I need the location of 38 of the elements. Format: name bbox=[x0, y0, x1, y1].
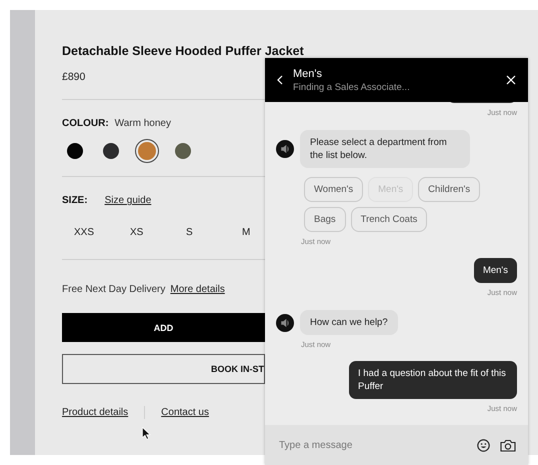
department-option[interactable]: Trench Coats bbox=[350, 207, 428, 232]
product-title: Detachable Sleeve Hooded Puffer Jacket bbox=[62, 44, 304, 58]
colour-swatch[interactable] bbox=[175, 143, 191, 159]
contact-link[interactable]: Contact us bbox=[161, 407, 209, 418]
size-option[interactable]: M bbox=[242, 227, 250, 238]
size-option[interactable]: XS bbox=[130, 227, 144, 238]
colour-swatch[interactable] bbox=[103, 143, 119, 159]
colour-value: Warm honey bbox=[114, 118, 171, 129]
colour-swatch[interactable] bbox=[67, 143, 83, 159]
size-option[interactable]: XXS bbox=[74, 227, 94, 238]
chat-title: Men's bbox=[293, 68, 323, 80]
back-icon[interactable] bbox=[277, 75, 283, 85]
agent-message: Please select a department from the list below. bbox=[300, 130, 470, 168]
agent-avatar-icon bbox=[276, 314, 294, 332]
department-option[interactable]: Children's bbox=[418, 177, 480, 202]
cursor-icon bbox=[142, 427, 151, 440]
delivery-text: Free Next Day Delivery bbox=[62, 284, 166, 295]
camera-icon[interactable] bbox=[500, 438, 516, 452]
colour-swatch[interactable] bbox=[138, 142, 156, 160]
department-option[interactable]: Women's bbox=[304, 177, 364, 202]
emoji-icon[interactable] bbox=[477, 438, 490, 452]
size-guide-link[interactable]: Size guide bbox=[104, 195, 152, 206]
user-message: I had a question about the fit of this Puffer bbox=[349, 361, 517, 399]
agent-avatar-icon bbox=[276, 140, 294, 158]
message-input[interactable]: Type a message bbox=[277, 438, 467, 452]
size-label: SIZE: bbox=[62, 195, 88, 206]
product-price: £890 bbox=[62, 71, 86, 83]
chat-subtitle: Finding a Sales Associate... bbox=[293, 82, 411, 92]
size-option[interactable]: S bbox=[186, 227, 193, 238]
department-option[interactable]: Bags bbox=[304, 207, 346, 232]
user-message: Men's bbox=[474, 258, 517, 283]
product-details-link[interactable]: Product details bbox=[62, 407, 128, 418]
add-button[interactable]: ADD bbox=[62, 313, 265, 342]
colour-label: COLOUR: bbox=[62, 118, 109, 129]
book-button[interactable]: BOOK IN-ST bbox=[62, 354, 265, 384]
close-icon[interactable] bbox=[506, 75, 516, 85]
more-details-link[interactable]: More details bbox=[170, 284, 225, 295]
agent-message: How can we help? bbox=[300, 310, 398, 335]
